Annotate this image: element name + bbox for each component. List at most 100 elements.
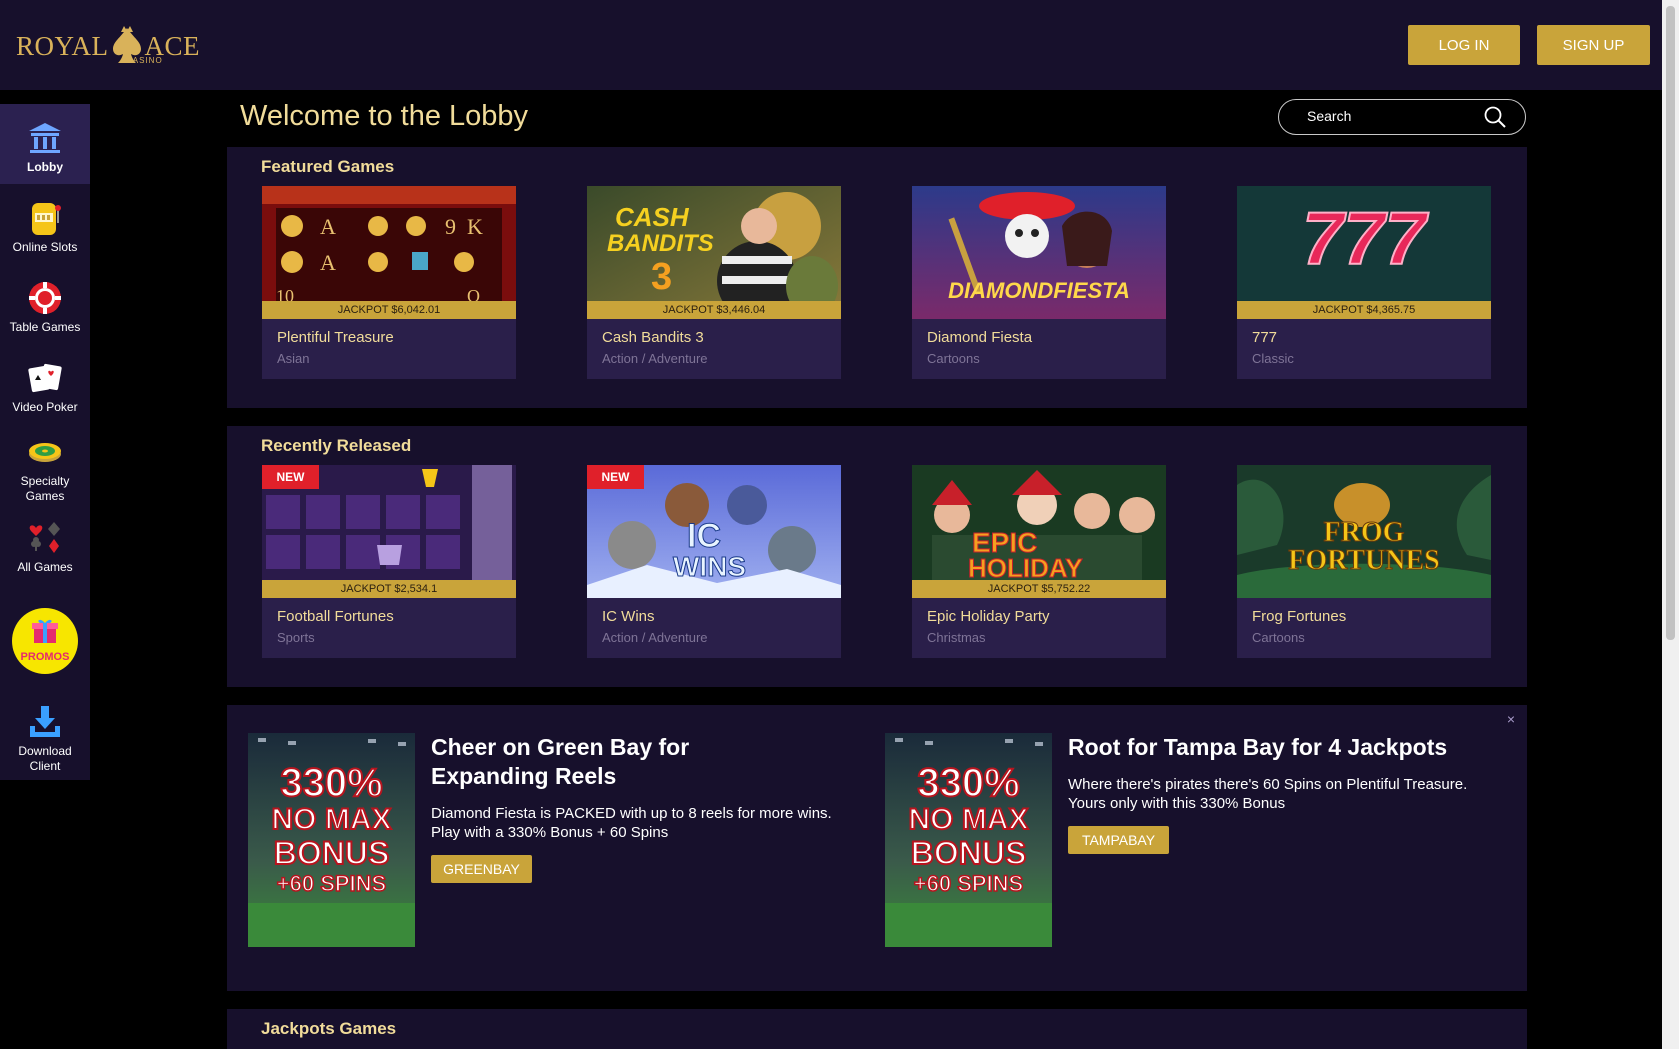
game-name: Frog Fortunes	[1252, 608, 1347, 625]
sidebar-item-label: Online Slots	[12, 240, 78, 254]
game-card-cash-bandits-3[interactable]: CASH BANDITS 3 JACKPOT $3,446.04 Cash Ba…	[587, 186, 841, 379]
game-thumbnail: A 9 K A 10 Q	[262, 186, 516, 319]
new-badge: NEW	[262, 465, 319, 489]
sidebar-item-label: Lobby	[27, 160, 63, 174]
game-name: Epic Holiday Party	[927, 608, 1050, 625]
promo-text: Where there's pirates there's 60 Spins o…	[1068, 776, 1468, 812]
promo-image-text: 330%	[916, 761, 1020, 805]
slot-symbol: 9	[445, 214, 456, 239]
thumb-title: DIAMONDFIESTA	[948, 278, 1130, 303]
scrollbar-thumb[interactable]	[1666, 6, 1675, 640]
game-card-diamond-fiesta[interactable]: DIAMONDFIESTA Diamond Fiesta Cartoons	[912, 186, 1166, 379]
sidebar-nav: Lobby Online Slots Table Games Video Pok…	[0, 104, 90, 780]
game-name: 777	[1252, 329, 1278, 346]
thumb-title: WINS	[672, 551, 747, 583]
game-category: Action / Adventure	[602, 630, 708, 645]
promo-image-text: +60 SPINS	[276, 870, 387, 897]
section-title: Recently Released	[261, 436, 412, 455]
promo-text: Diamond Fiesta is PACKED with up to 8 re…	[431, 805, 832, 841]
game-thumbnail: FROG FORTUNES	[1237, 465, 1491, 598]
top-header: ROYAL ACE CASINO LOG IN SIGN UP	[0, 0, 1662, 90]
sidebar-item-download-client[interactable]: Download Client	[0, 702, 90, 774]
signup-button[interactable]: SIGN UP	[1537, 25, 1650, 65]
sidebar-item-online-slots[interactable]: Online Slots	[0, 198, 90, 255]
logo-subtitle: CASINO	[126, 56, 163, 65]
promo-image-greenbay[interactable]: 330% NO MAX BONUS +60 SPINS	[248, 733, 415, 947]
game-thumbnail: DIAMONDFIESTA	[912, 186, 1166, 319]
playing-cards-icon	[25, 358, 65, 398]
game-category: Cartoons	[927, 351, 980, 366]
game-category: Sports	[277, 630, 315, 645]
game-category: Classic	[1252, 351, 1294, 366]
sidebar-item-label: Table Games	[9, 320, 81, 334]
game-thumbnail: 777	[1237, 186, 1491, 319]
sidebar-item-video-poker[interactable]: Video Poker	[0, 358, 90, 415]
page-title: Welcome to the Lobby	[240, 100, 529, 132]
sidebar-item-label: All Games	[17, 560, 73, 574]
recently-released-section: Recently Released NEW JACKPOT $2,534.1 F…	[227, 426, 1527, 687]
game-thumbnail: EPIC HOLIDAY	[912, 465, 1166, 598]
sidebar-item-specialty-games[interactable]: Specialty Games	[0, 432, 90, 504]
promo-image-text: 330%	[279, 761, 383, 805]
game-card-ic-wins[interactable]: IC WINS NEW IC Wins Action / Adventure	[587, 465, 841, 658]
slot-symbol: A	[320, 214, 336, 239]
jackpot-bar: JACKPOT $4,365.75	[1237, 301, 1491, 319]
promo-image-text: BONUS	[910, 834, 1028, 872]
game-thumbnail: CASH BANDITS 3	[587, 186, 841, 319]
promotions-section: × 330% NO MAX BONUS +60 SPINS Cheer on G…	[227, 705, 1527, 991]
tampabay-promo-button[interactable]: TAMPABAY	[1068, 826, 1169, 854]
game-name: Diamond Fiesta	[927, 329, 1033, 346]
sidebar-item-label: PROMOS	[20, 651, 70, 663]
game-card-777[interactable]: 777 JACKPOT $4,365.75 777 Classic	[1237, 186, 1491, 379]
jackpot-bar: JACKPOT $6,042.01	[262, 301, 516, 319]
login-button[interactable]: LOG IN	[1408, 25, 1520, 65]
thumb-title: 3	[651, 256, 673, 298]
game-name: Football Fortunes	[277, 608, 394, 625]
sidebar-item-label: Video Poker	[12, 400, 78, 414]
jackpots-games-section: Jackpots Games	[227, 1009, 1527, 1049]
close-icon[interactable]: ×	[1507, 711, 1515, 727]
slot-symbol: K	[467, 214, 483, 239]
game-name: IC Wins	[602, 608, 655, 625]
promo-image-tampabay[interactable]: 330% NO MAX BONUS +60 SPINS	[885, 733, 1052, 947]
download-icon	[25, 702, 65, 742]
promo-title: Cheer on Green Bay for Expanding Reels	[431, 734, 690, 789]
sidebar-item-all-games[interactable]: All Games	[0, 518, 90, 575]
promo-image-text: +60 SPINS	[913, 870, 1024, 897]
thumb-title: BANDITS	[607, 230, 714, 257]
game-card-epic-holiday-party[interactable]: EPIC HOLIDAY JACKPOT $5,752.22 Epic Holi…	[912, 465, 1166, 658]
game-category: Action / Adventure	[602, 351, 708, 366]
greenbay-promo-button[interactable]: GREENBAY	[431, 855, 532, 883]
search-input[interactable]	[1305, 107, 1479, 125]
royal-ace-logo[interactable]: ROYAL ACE CASINO	[16, 24, 200, 68]
gift-icon	[30, 617, 60, 650]
promo-image-text: BONUS	[273, 834, 391, 872]
game-category: Christmas	[927, 630, 986, 645]
game-name: Cash Bandits 3	[602, 329, 704, 346]
jackpot-bar: JACKPOT $3,446.04	[587, 301, 841, 319]
game-name: Plentiful Treasure	[277, 329, 394, 346]
slot-symbol: A	[320, 250, 336, 275]
game-card-frog-fortunes[interactable]: FROG FORTUNES Frog Fortunes Cartoons	[1237, 465, 1491, 658]
promos-badge[interactable]: PROMOS	[12, 608, 78, 674]
bank-icon	[25, 118, 65, 158]
game-card-football-fortunes[interactable]: NEW JACKPOT $2,534.1 Football Fortunes S…	[262, 465, 516, 658]
section-title: Jackpots Games	[261, 1019, 397, 1038]
section-title: Featured Games	[261, 157, 395, 176]
page-scrollbar[interactable]	[1662, 0, 1679, 1049]
search-icon[interactable]	[1483, 105, 1507, 129]
search-box[interactable]	[1278, 99, 1526, 135]
game-card-plentiful-treasure[interactable]: A 9 K A 10 Q JACKPOT $6,042.01 Plentiful…	[262, 186, 516, 379]
sidebar-item-promos[interactable]: PROMOS	[0, 608, 90, 674]
card-suits-icon	[25, 518, 65, 558]
promo-image-text: NO MAX	[908, 802, 1030, 837]
sidebar-item-lobby[interactable]: Lobby	[0, 104, 90, 184]
sidebar-item-label: Download Client	[18, 744, 72, 773]
slot-machine-icon	[25, 198, 65, 238]
sidebar-item-table-games[interactable]: Table Games	[0, 278, 90, 335]
featured-games-section: Featured Games A 9 K A 10 Q JACKPOT $6,0	[227, 147, 1527, 408]
roulette-icon	[25, 432, 65, 472]
thumb-title: FORTUNES	[1288, 545, 1440, 577]
game-category: Asian	[277, 351, 310, 366]
jackpot-bar: JACKPOT $5,752.22	[912, 580, 1166, 598]
